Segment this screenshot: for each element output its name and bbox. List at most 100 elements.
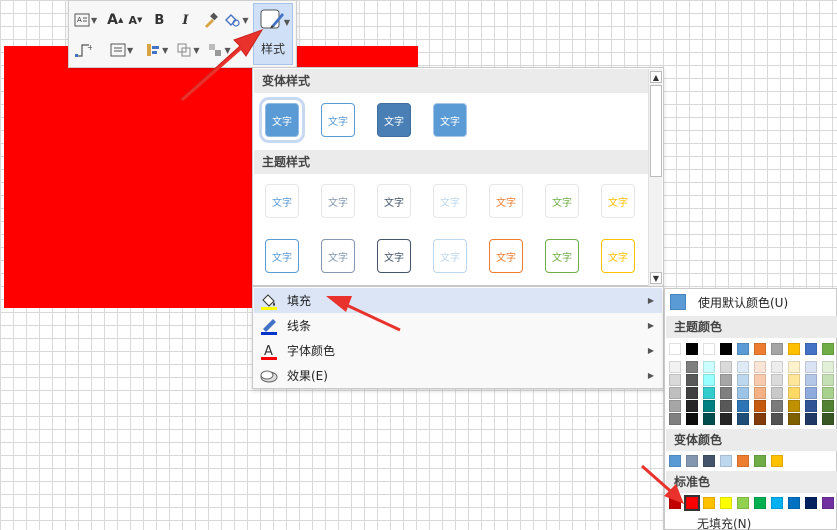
theme-color-cell[interactable] <box>822 400 834 412</box>
theme-color-cell[interactable] <box>754 400 766 412</box>
bold-button[interactable]: B <box>150 9 168 31</box>
theme-color-cell[interactable] <box>686 387 698 399</box>
standard-color-cell[interactable] <box>703 497 715 509</box>
theme-color-cell[interactable] <box>822 343 834 355</box>
theme-style-swatch[interactable]: 文字 <box>489 184 523 218</box>
standard-color-cell[interactable] <box>788 497 800 509</box>
theme-color-cell[interactable] <box>771 343 783 355</box>
theme-color-cell[interactable] <box>669 400 681 412</box>
theme-color-cell[interactable] <box>822 387 834 399</box>
theme-style-swatch[interactable]: 文字 <box>321 239 355 273</box>
theme-color-cell[interactable] <box>720 361 732 373</box>
shape-fill-button[interactable]: ▼ <box>222 9 249 31</box>
variant-color-cell[interactable] <box>703 455 715 467</box>
theme-color-cell[interactable] <box>720 387 732 399</box>
theme-style-swatch[interactable]: 文字 <box>321 184 355 218</box>
style-button[interactable]: ▼ 样式 <box>253 3 293 65</box>
theme-style-swatch[interactable]: 文字 <box>601 184 635 218</box>
theme-color-cell[interactable] <box>669 361 681 373</box>
theme-color-cell[interactable] <box>686 361 698 373</box>
theme-color-cell[interactable] <box>669 343 681 355</box>
theme-color-cell[interactable] <box>805 361 817 373</box>
theme-color-cell[interactable] <box>771 374 783 386</box>
theme-color-cell[interactable] <box>703 400 715 412</box>
theme-color-cell[interactable] <box>737 387 749 399</box>
use-default-color-button[interactable]: 使用默认颜色(U) <box>666 290 837 314</box>
theme-style-swatch[interactable]: 文字 <box>265 184 299 218</box>
theme-color-cell[interactable] <box>805 413 817 425</box>
rotate-button[interactable]: ▼ <box>206 39 231 61</box>
variant-color-cell[interactable] <box>720 455 732 467</box>
theme-color-cell[interactable] <box>754 361 766 373</box>
theme-color-cell[interactable] <box>754 374 766 386</box>
standard-color-cell[interactable] <box>737 497 749 509</box>
theme-color-cell[interactable] <box>686 374 698 386</box>
standard-color-red-cell[interactable] <box>684 495 700 511</box>
standard-color-cell[interactable] <box>805 497 817 509</box>
theme-color-cell[interactable] <box>788 400 800 412</box>
theme-color-cell[interactable] <box>703 374 715 386</box>
theme-color-cell[interactable] <box>788 361 800 373</box>
connector-button[interactable]: + <box>73 39 93 61</box>
theme-color-cell[interactable] <box>822 374 834 386</box>
theme-color-cell[interactable] <box>720 413 732 425</box>
font-shrink-button[interactable]: A ▼ <box>126 9 144 31</box>
no-fill-option[interactable]: 无填充(N) <box>697 515 751 530</box>
theme-color-cell[interactable] <box>754 413 766 425</box>
menu-item-fill[interactable]: 填充 ▶ <box>254 288 662 313</box>
theme-color-cell[interactable] <box>754 387 766 399</box>
scroll-down-arrow-icon[interactable]: ▼ <box>650 272 662 284</box>
theme-color-cell[interactable] <box>788 343 800 355</box>
theme-style-swatch[interactable]: 文字 <box>433 239 467 273</box>
theme-style-swatch[interactable]: 文字 <box>433 184 467 218</box>
variant-color-cell[interactable] <box>754 455 766 467</box>
standard-color-cell[interactable] <box>822 497 834 509</box>
theme-style-swatch[interactable]: 文字 <box>377 184 411 218</box>
theme-color-cell[interactable] <box>771 361 783 373</box>
theme-color-cell[interactable] <box>703 343 715 355</box>
theme-color-cell[interactable] <box>720 374 732 386</box>
theme-style-swatch[interactable]: 文字 <box>489 239 523 273</box>
theme-color-cell[interactable] <box>788 374 800 386</box>
text-box-button[interactable]: A ▼ <box>73 9 98 31</box>
theme-color-cell[interactable] <box>669 374 681 386</box>
font-grow-button[interactable]: A ▲ <box>106 9 124 31</box>
theme-color-cell[interactable] <box>703 413 715 425</box>
theme-color-cell[interactable] <box>771 413 783 425</box>
theme-color-cell[interactable] <box>703 361 715 373</box>
theme-color-cell[interactable] <box>686 413 698 425</box>
scroll-up-arrow-icon[interactable]: ▲ <box>650 71 662 83</box>
theme-color-cell[interactable] <box>737 400 749 412</box>
theme-color-cell[interactable] <box>686 400 698 412</box>
variant-color-cell[interactable] <box>686 455 698 467</box>
theme-color-cell[interactable] <box>720 343 732 355</box>
theme-color-cell[interactable] <box>686 343 698 355</box>
scrollbar-thumb[interactable] <box>650 85 662 177</box>
variant-style-swatch[interactable]: 文字 <box>321 103 355 137</box>
theme-style-swatch[interactable]: 文字 <box>545 184 579 218</box>
variant-style-swatch[interactable]: 文字 <box>259 97 305 143</box>
theme-color-cell[interactable] <box>788 413 800 425</box>
theme-style-swatch[interactable]: 文字 <box>377 239 411 273</box>
theme-color-cell[interactable] <box>771 400 783 412</box>
theme-color-cell[interactable] <box>805 374 817 386</box>
theme-color-cell[interactable] <box>703 387 715 399</box>
theme-color-cell[interactable] <box>720 400 732 412</box>
align-button[interactable]: ▼ <box>109 39 134 61</box>
theme-color-cell[interactable] <box>805 400 817 412</box>
theme-color-cell[interactable] <box>737 413 749 425</box>
theme-color-cell[interactable] <box>788 387 800 399</box>
theme-style-swatch[interactable]: 文字 <box>545 239 579 273</box>
standard-color-cell[interactable] <box>669 497 681 509</box>
theme-color-cell[interactable] <box>771 387 783 399</box>
variant-color-cell[interactable] <box>771 455 783 467</box>
standard-color-cell[interactable] <box>771 497 783 509</box>
variant-style-swatch[interactable]: 文字 <box>377 103 411 137</box>
format-painter-button[interactable] <box>202 9 220 31</box>
theme-color-cell[interactable] <box>737 361 749 373</box>
variant-color-cell[interactable] <box>737 455 749 467</box>
style-panel-scrollbar[interactable]: ▲ ▼ <box>648 69 662 286</box>
theme-color-cell[interactable] <box>737 343 749 355</box>
standard-color-cell[interactable] <box>754 497 766 509</box>
theme-color-cell[interactable] <box>805 387 817 399</box>
